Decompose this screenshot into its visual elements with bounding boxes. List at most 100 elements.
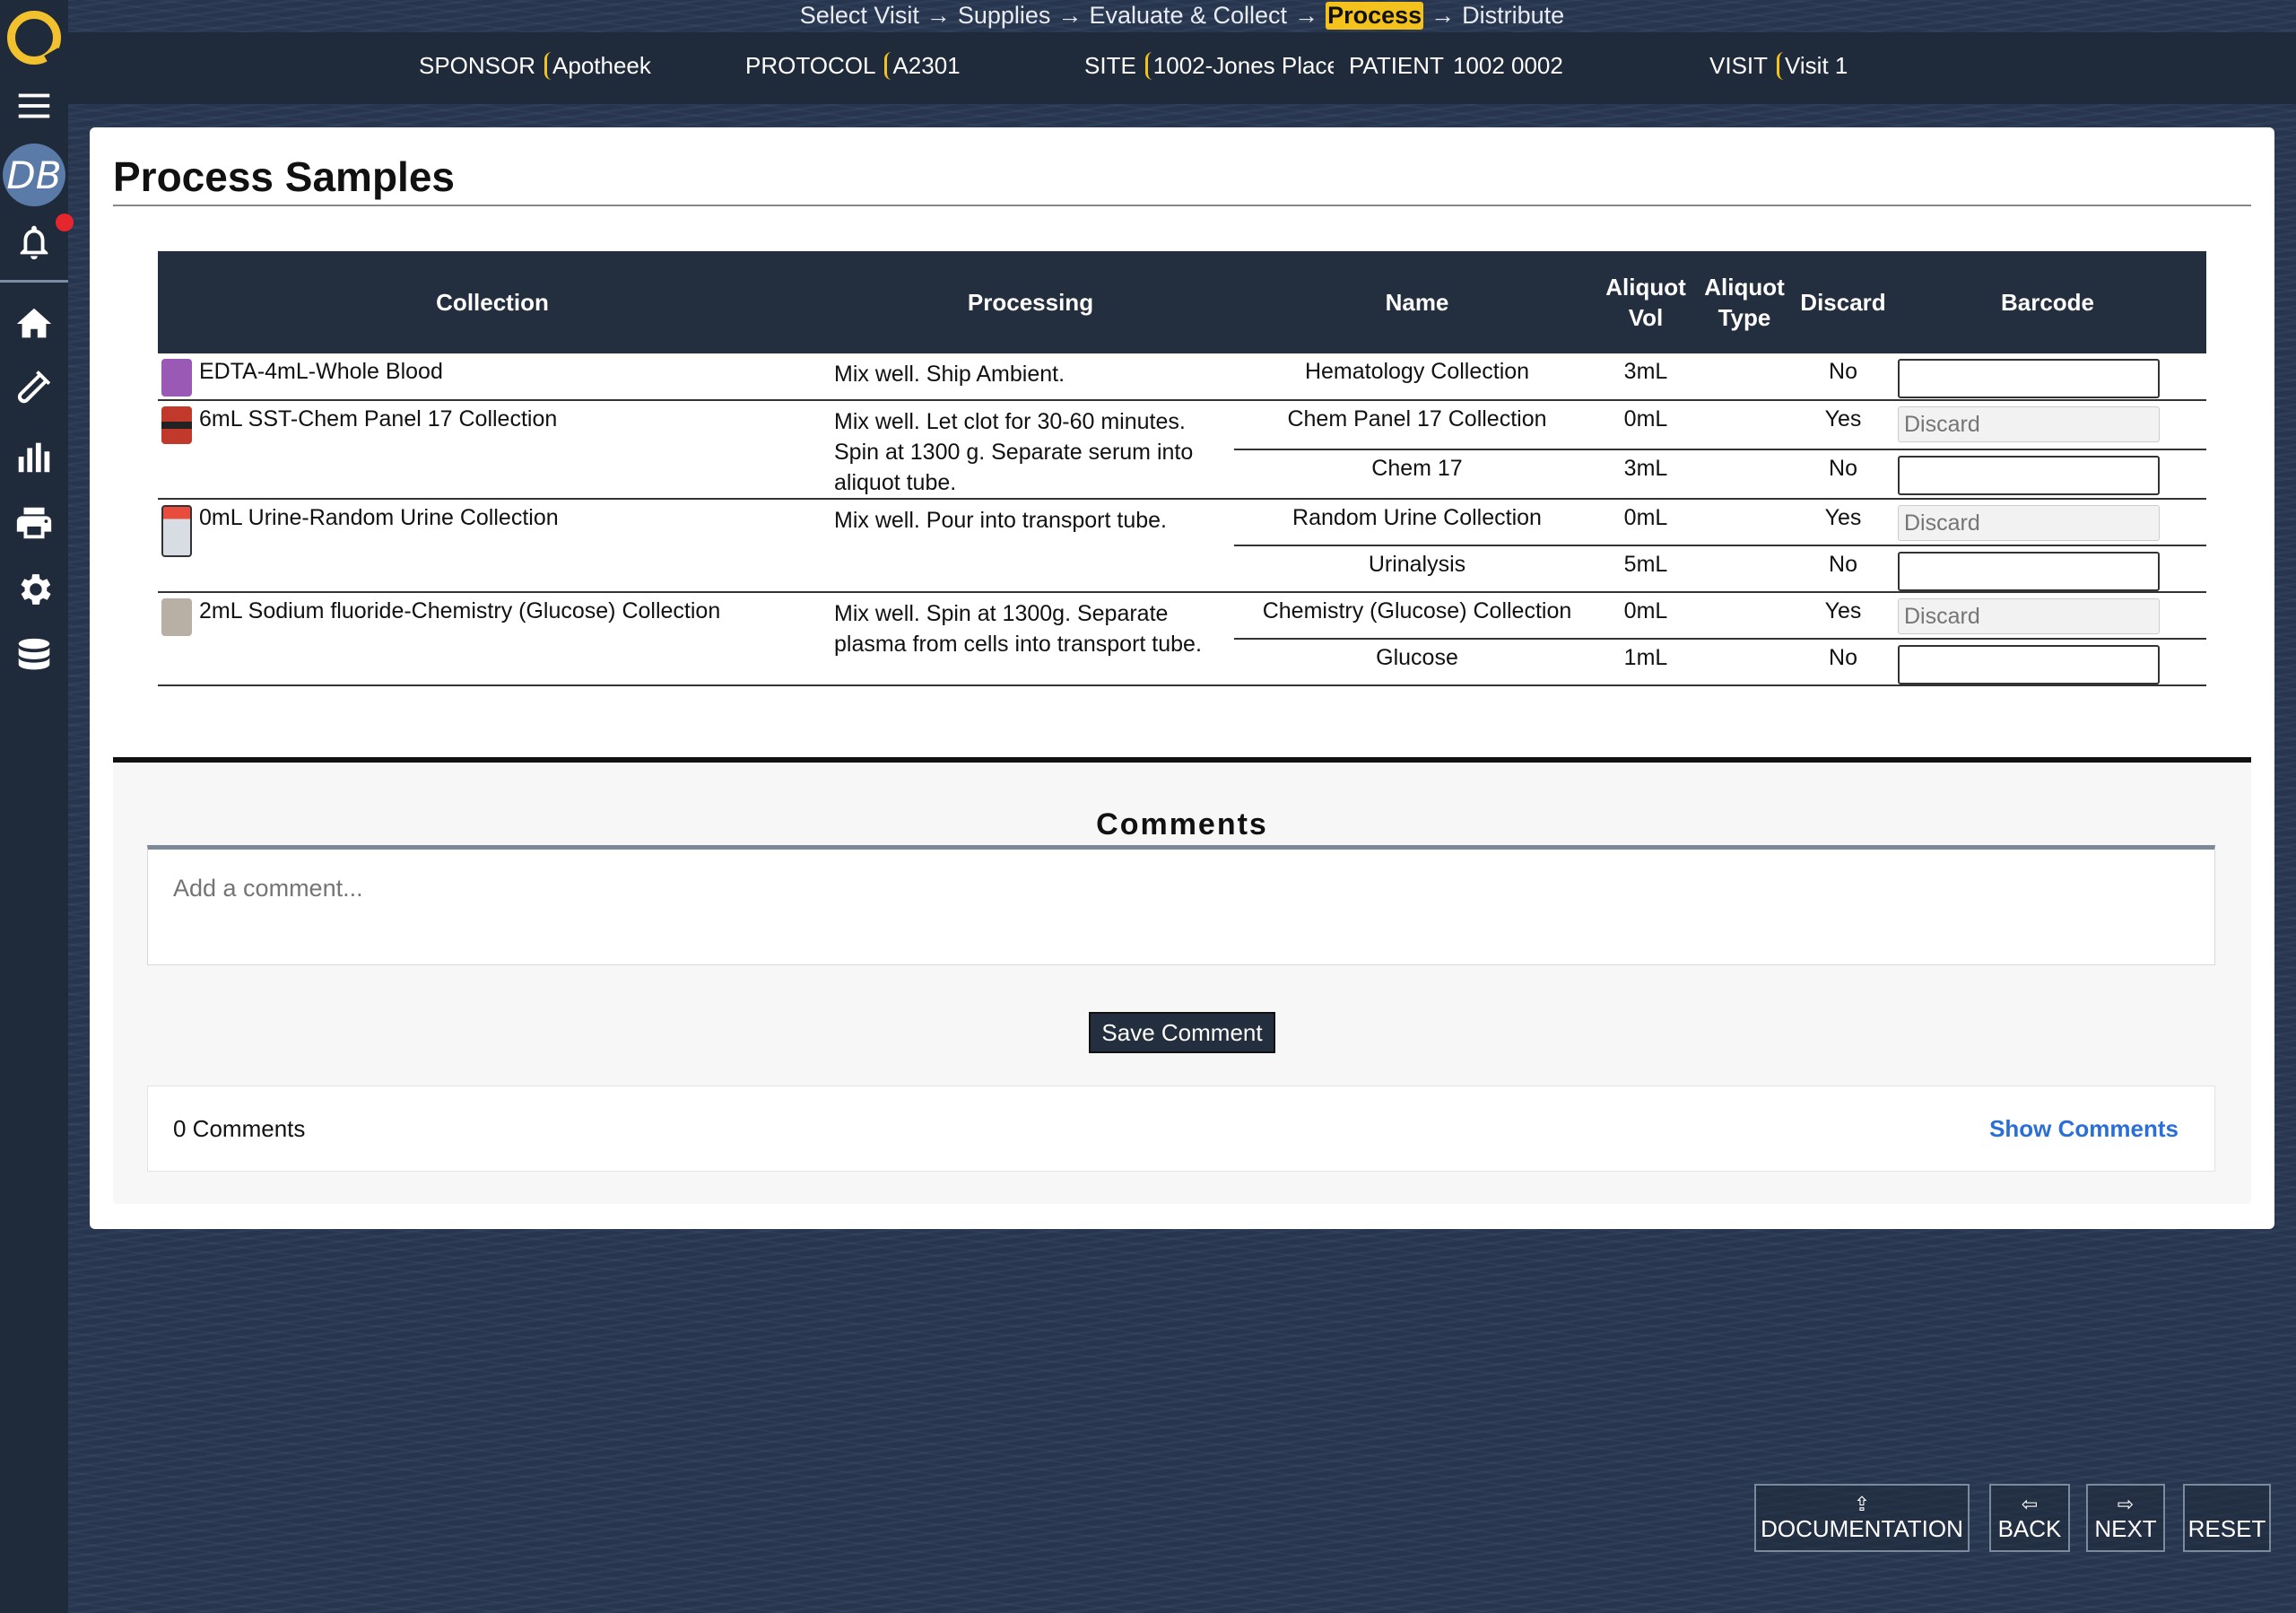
- step-process-active[interactable]: Process: [1326, 1, 1424, 30]
- aliquot-name: Random Urine Collection: [1234, 499, 1600, 546]
- protocol-value: A2301: [884, 52, 961, 80]
- app-logo-icon[interactable]: [7, 11, 61, 65]
- back-button[interactable]: ⇦ BACK: [1989, 1484, 2070, 1552]
- printer-icon[interactable]: [0, 498, 68, 548]
- barcode-cell: [1889, 592, 2206, 640]
- comments-section: Comments Save Comment 0 Comments Show Co…: [113, 764, 2251, 1204]
- document-export-icon: ⇪: [1853, 1492, 1871, 1515]
- table-row: 2mL Sodium fluoride-Chemistry (Glucose) …: [158, 592, 2206, 686]
- processing-cell: Mix well. Spin at 1300g. Separate plasma…: [827, 592, 1234, 686]
- barcode-input[interactable]: [1898, 552, 2160, 591]
- aliquot-name: Chemistry (Glucose) Collection: [1234, 592, 1600, 640]
- barcode-input-discard: [1898, 598, 2160, 634]
- notifications-bell-icon[interactable]: [0, 214, 74, 267]
- table-row: EDTA-4mL-Whole Blood Mix well. Ship Ambi…: [158, 353, 2206, 401]
- breadcrumb-arrow: →: [926, 1, 951, 29]
- header-discard: Discard: [1797, 251, 1889, 353]
- barcode-cell: [1889, 545, 2206, 593]
- next-button[interactable]: ⇨ NEXT: [2086, 1484, 2165, 1552]
- avatar[interactable]: DB: [3, 144, 65, 206]
- breadcrumb-arrow: →: [1431, 1, 1456, 29]
- sponsor-label: SPONSOR: [419, 52, 536, 79]
- sponsor-info: SPONSOR Apotheek: [419, 52, 651, 80]
- step-distribute[interactable]: Distribute: [1462, 2, 1564, 30]
- processing-cell: Mix well. Ship Ambient.: [827, 353, 1234, 401]
- reports-chart-icon[interactable]: [0, 432, 68, 482]
- aliquot-vol: 0mL: [1600, 499, 1692, 546]
- aliquot-vol: 3mL: [1600, 353, 1692, 401]
- back-label: BACK: [1997, 1514, 2062, 1542]
- aliquot-type: [1692, 592, 1797, 640]
- discard-value: No: [1797, 639, 1889, 686]
- documentation-label: DOCUMENTATION: [1761, 1514, 1963, 1542]
- step-select-visit[interactable]: Select Visit: [800, 2, 919, 30]
- documentation-button[interactable]: ⇪ DOCUMENTATION: [1754, 1484, 1970, 1552]
- step-evaluate-collect[interactable]: Evaluate & Collect: [1089, 2, 1287, 30]
- collection-cell: EDTA-4mL-Whole Blood: [158, 353, 827, 401]
- process-samples-panel: Process Samples Collection Processing Na…: [90, 127, 2274, 1229]
- visit-info: VISIT Visit 1: [1709, 52, 1848, 80]
- show-comments-link[interactable]: Show Comments: [1989, 1115, 2179, 1143]
- barcode-cell: [1889, 353, 2206, 401]
- save-comment-button[interactable]: Save Comment: [1089, 1012, 1275, 1053]
- comment-input[interactable]: [147, 845, 2215, 965]
- comments-count: 0 Comments: [173, 1114, 306, 1142]
- table-header-row: Collection Processing Name Aliquot Vol A…: [158, 251, 2206, 353]
- visit-value: Visit 1: [1777, 52, 1848, 80]
- notification-badge: [56, 214, 74, 231]
- patient-info: PATIENT 1002 0002: [1349, 52, 1563, 80]
- comments-footer: 0 Comments Show Comments: [147, 1086, 2215, 1172]
- reset-label: RESET: [2187, 1515, 2266, 1542]
- header-aliquot-type: Aliquot Type: [1692, 251, 1797, 353]
- table-row: 0mL Urine-Random Urine Collection Mix we…: [158, 499, 2206, 593]
- step-supplies[interactable]: Supplies: [958, 2, 1051, 30]
- table-row: 6mL SST-Chem Panel 17 Collection Mix wel…: [158, 400, 2206, 500]
- sidebar-divider: [0, 280, 68, 283]
- discard-value: Yes: [1797, 400, 1889, 450]
- processing-cell: Mix well. Pour into transport tube.: [827, 499, 1234, 593]
- collection-cell: 0mL Urine-Random Urine Collection: [158, 499, 827, 593]
- reset-button[interactable]: RESET: [2183, 1484, 2271, 1552]
- barcode-input[interactable]: [1898, 645, 2160, 684]
- visit-info-bar: SPONSOR Apotheek PROTOCOL A2301 SITE 100…: [68, 32, 2296, 104]
- aliquot-name: Glucose: [1234, 639, 1600, 686]
- home-icon[interactable]: [0, 299, 68, 349]
- discard-value: No: [1797, 449, 1889, 500]
- database-icon[interactable]: [0, 631, 68, 681]
- discard-value: Yes: [1797, 499, 1889, 546]
- barcode-cell: [1889, 499, 2206, 546]
- discard-value: No: [1797, 545, 1889, 593]
- aliquot-vol: 3mL: [1600, 449, 1692, 500]
- barcode-input[interactable]: [1898, 456, 2160, 495]
- aliquot-name: Urinalysis: [1234, 545, 1600, 593]
- header-processing: Processing: [827, 251, 1234, 353]
- header-collection: Collection: [158, 251, 827, 353]
- sponsor-value: Apotheek: [544, 52, 651, 80]
- site-info: SITE 1002-Jones Place: [1084, 52, 1334, 80]
- barcode-cell: [1889, 400, 2206, 450]
- collection-cell: 2mL Sodium fluoride-Chemistry (Glucose) …: [158, 592, 827, 686]
- breadcrumb-arrow: →: [1294, 1, 1319, 29]
- page-title: Process Samples: [113, 153, 456, 200]
- aliquot-name: Chem Panel 17 Collection: [1234, 400, 1600, 450]
- collection-name: 6mL SST-Chem Panel 17 Collection: [199, 406, 558, 432]
- test-tube-icon[interactable]: [0, 365, 68, 415]
- aliquot-type: [1692, 499, 1797, 546]
- aliquot-type: [1692, 449, 1797, 500]
- sst-tube-icon: [161, 406, 192, 444]
- barcode-cell: [1889, 639, 2206, 686]
- header-name: Name: [1234, 251, 1600, 353]
- samples-table: Collection Processing Name Aliquot Vol A…: [158, 251, 2206, 686]
- processing-cell: Mix well. Let clot for 30-60 minutes. Sp…: [827, 400, 1234, 500]
- barcode-cell: [1889, 449, 2206, 500]
- discard-value: Yes: [1797, 592, 1889, 640]
- settings-gear-icon[interactable]: [0, 564, 68, 615]
- protocol-label: PROTOCOL: [745, 52, 876, 79]
- barcode-input[interactable]: [1898, 359, 2160, 398]
- arrow-right-icon: ⇨: [2117, 1492, 2135, 1515]
- next-label: NEXT: [2094, 1514, 2157, 1542]
- aliquot-name: Hematology Collection: [1234, 353, 1600, 401]
- menu-icon[interactable]: [0, 81, 68, 131]
- sidebar: DB: [0, 0, 74, 1613]
- urine-cup-icon: [161, 505, 192, 557]
